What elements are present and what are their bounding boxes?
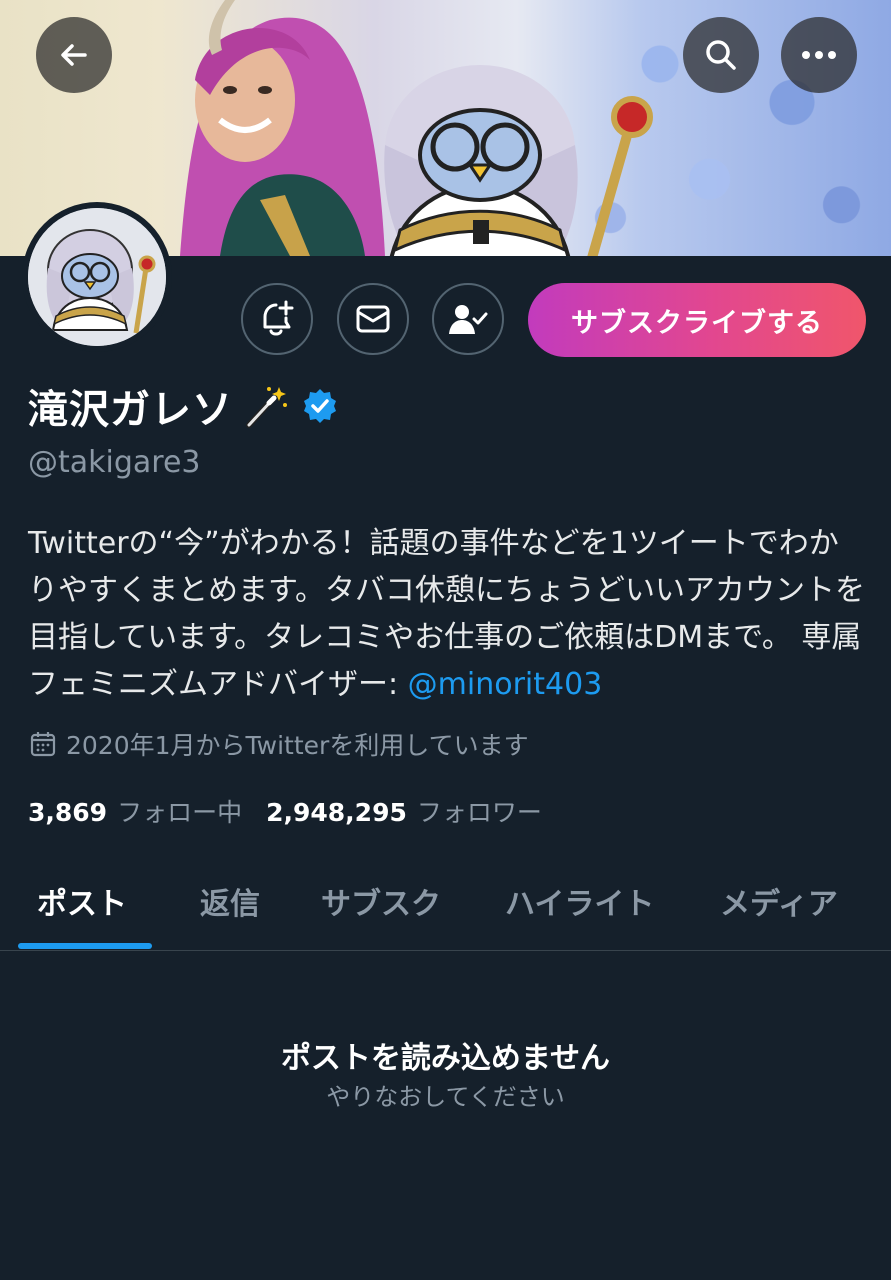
tab-subscriptions[interactable]: サブスク [321, 879, 441, 923]
search-icon [706, 40, 736, 70]
more-horizontal-icon [802, 51, 836, 59]
banner-mascot-image [384, 65, 653, 256]
retry-message[interactable]: やりなおしてください [0, 1077, 891, 1112]
arrow-left-icon [61, 44, 87, 66]
error-title: ポストを読み込めません [280, 1041, 611, 1076]
user-check-icon [449, 305, 488, 334]
following-label[interactable]: フォロー中 [117, 793, 242, 829]
following-count[interactable]: 3,869 [28, 798, 107, 827]
magic-wand-icon [246, 387, 287, 428]
banner-person-image [180, 0, 385, 256]
tab-posts[interactable]: ポスト [37, 879, 127, 923]
display-name: 滝沢ガレソ [28, 387, 233, 433]
active-tab-indicator [18, 943, 152, 949]
calendar-icon [30, 732, 56, 757]
tab-media[interactable]: メディア [720, 879, 838, 923]
bio-mention-link[interactable]: @minorit403 [408, 667, 603, 702]
profile-avatar[interactable] [22, 202, 172, 352]
tab-replies[interactable]: 返信 [200, 879, 260, 923]
message-button[interactable] [337, 283, 409, 355]
bell-plus-icon [263, 300, 294, 336]
verified-badge-icon [304, 389, 336, 423]
tab-highlights[interactable]: ハイライト [505, 879, 654, 923]
subscribe-button[interactable]: サブスクライブする [528, 283, 866, 357]
notify-button[interactable] [241, 283, 313, 355]
follow-stats: 3,869 フォロー中 2,948,295 フォロワー [28, 793, 566, 829]
joined-text: 2020年1月からTwitterを利用しています [66, 731, 529, 760]
envelope-icon [356, 305, 390, 333]
back-button[interactable] [36, 17, 112, 93]
followers-count[interactable]: 2,948,295 [266, 798, 407, 827]
profile-tabs: ポスト 返信 サブスク ハイライト メディア [0, 855, 891, 951]
more-options-button[interactable] [781, 17, 857, 93]
profile-handle: @takigare3 [28, 445, 201, 480]
joined-date: 2020年1月からTwitterを利用しています [30, 726, 529, 762]
avatar-mascot-image [28, 208, 166, 346]
search-button[interactable] [683, 17, 759, 93]
profile-name-row: 滝沢ガレソ [28, 377, 339, 435]
profile-bio: Twitterの“今”がわかる！話題の事件などを1ツイートでわかりやすくまとめま… [28, 520, 868, 708]
following-button[interactable] [432, 283, 504, 355]
followers-label[interactable]: フォロワー [417, 793, 542, 829]
